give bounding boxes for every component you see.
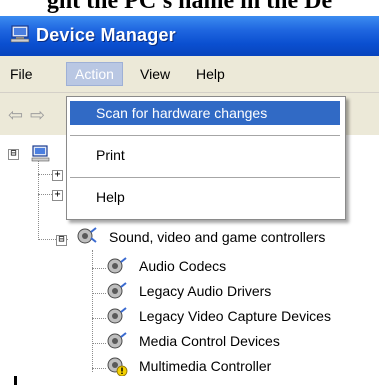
expand-node-button[interactable]: + [52,170,63,181]
menu-action[interactable]: Action [66,62,123,86]
back-arrow-icon[interactable]: ⇦ [8,105,23,126]
collapse-category-button[interactable]: ⊟ [56,235,67,246]
sound-device-icon [77,227,97,244]
device-manager-icon [10,25,30,43]
menu-item-scan-hardware[interactable]: Scan for hardware changes [70,101,340,125]
window-title: Device Manager [36,25,176,45]
tree-line [92,318,106,319]
tree-line [38,174,52,175]
page-caption: ght the PC's name in the De [0,0,379,16]
sound-device-icon [107,307,127,324]
sound-device-icon [107,257,127,274]
device-legacy-audio-drivers[interactable]: Legacy Audio Drivers [139,283,271,299]
tree-line [92,268,106,269]
tree-line [38,194,52,195]
forward-arrow-icon[interactable]: ⇨ [30,105,45,126]
category-sound-video-game[interactable]: Sound, video and game controllers [109,229,325,245]
device-legacy-video-capture[interactable]: Legacy Video Capture Devices [139,308,331,324]
text-cursor [14,376,17,385]
menu-separator [70,135,340,136]
computer-icon [31,145,50,162]
tree-line [92,293,106,294]
menu-file[interactable]: File [6,65,37,83]
device-media-control[interactable]: Media Control Devices [139,333,280,349]
page-caption-text: ght the PC's name in the De [46,0,333,14]
warning-device-icon [107,357,128,376]
menu-view[interactable]: View [136,65,174,83]
menu-bar: File Action View Help [0,56,379,93]
sound-device-icon [107,282,127,299]
menu-separator [70,177,340,178]
tree-line [92,368,106,369]
collapse-root-button[interactable]: ⊟ [8,149,19,160]
menu-item-help[interactable]: Help [70,185,340,209]
device-audio-codecs[interactable]: Audio Codecs [139,258,226,274]
tree-line [92,343,106,344]
tree-line [38,158,39,240]
sound-device-icon [107,332,127,349]
device-multimedia-controller[interactable]: Multimedia Controller [139,358,271,374]
menu-help[interactable]: Help [192,65,229,83]
menu-item-print[interactable]: Print [70,143,340,167]
expand-node-button[interactable]: + [52,190,63,201]
title-bar[interactable]: Device Manager [0,16,379,56]
action-dropdown-menu: Scan for hardware changes Print Help [66,96,346,220]
